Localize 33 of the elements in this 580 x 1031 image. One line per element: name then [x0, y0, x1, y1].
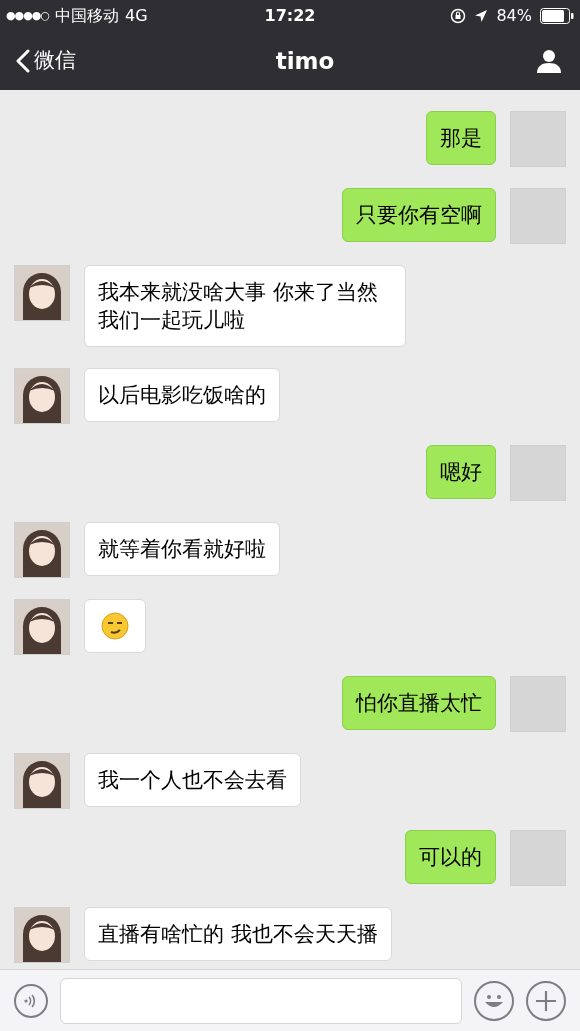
- message-bubble: 就等着你看就好啦: [84, 522, 280, 576]
- back-button[interactable]: 微信: [16, 45, 76, 77]
- rotation-lock-icon: [450, 8, 467, 24]
- message-bubble: 怕你直播太忙: [342, 676, 496, 730]
- emoji-button[interactable]: [474, 980, 514, 1021]
- voice-button[interactable]: [14, 983, 48, 1018]
- message-bubble: 嗯好: [426, 445, 496, 499]
- message-bubble: 以后电影吃饭啥的: [84, 368, 280, 422]
- location-arrow-icon: [474, 9, 489, 23]
- contact-avatar[interactable]: [14, 907, 70, 963]
- carrier-name: 中国移动: [55, 5, 119, 27]
- message-bubble: 那是: [426, 111, 496, 165]
- clock-time: 17:22: [264, 5, 316, 27]
- add-button[interactable]: [526, 980, 566, 1021]
- contact-avatar[interactable]: [14, 368, 70, 424]
- contact-avatar[interactable]: [14, 265, 70, 321]
- message-bubble: 直播有啥忙的 我也不会天天播: [84, 907, 392, 961]
- contact-avatar[interactable]: [14, 599, 70, 655]
- chat-title: timo: [275, 46, 335, 76]
- message-input-field[interactable]: [60, 977, 462, 1024]
- message-bubble: 只要你有空啊: [342, 188, 496, 242]
- back-chevron-icon: [16, 49, 30, 73]
- contact-avatar[interactable]: [14, 753, 70, 809]
- battery-icon: [540, 8, 574, 24]
- signal-indicator: ●●●●○: [6, 7, 49, 24]
- message-bubble: 我本来就没啥大事 你来了当然我们一起玩儿啦: [84, 265, 406, 347]
- battery-percentage: 84%: [496, 5, 532, 27]
- plus-icon: [535, 989, 557, 1012]
- message-bubble: 我一个人也不会去看: [84, 753, 301, 807]
- smirk-emoji-icon: [101, 612, 129, 640]
- message-bubble: 可以的: [405, 830, 496, 884]
- contact-avatar[interactable]: [14, 522, 70, 578]
- network-type: 4G: [125, 5, 148, 27]
